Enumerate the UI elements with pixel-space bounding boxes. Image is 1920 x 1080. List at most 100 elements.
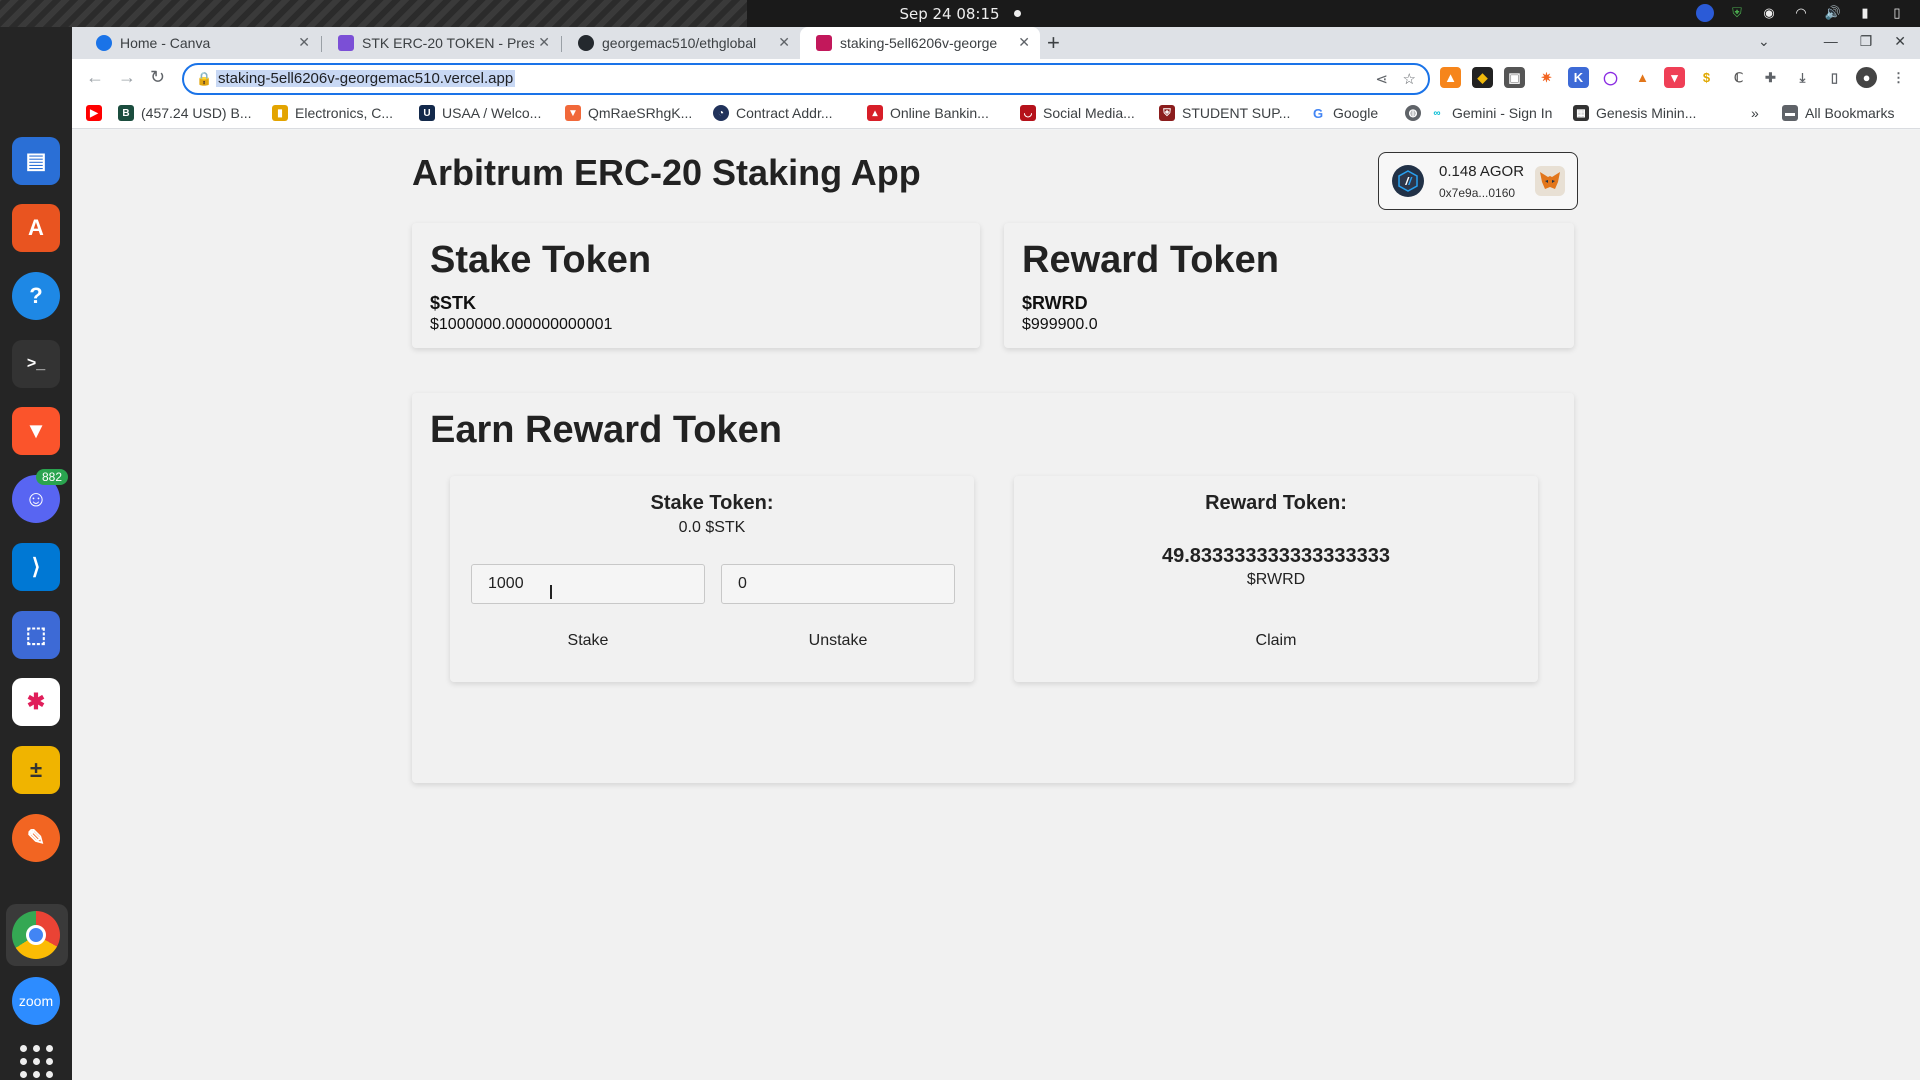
social-icon: ◡: [1020, 105, 1036, 121]
docs-app-icon[interactable]: ▤: [12, 137, 60, 185]
minimize-icon[interactable]: —: [1824, 33, 1838, 50]
share-icon[interactable]: ⋖: [1375, 70, 1388, 88]
all-bookmarks[interactable]: ▬ All Bookmarks: [1782, 105, 1894, 121]
slack-icon[interactable]: ✱: [12, 678, 60, 726]
slides-icon: [338, 35, 354, 51]
wallet-address: 0x7e9a...0160: [1439, 186, 1516, 200]
tab-presentation[interactable]: STK ERC-20 TOKEN - Prese ✕: [322, 27, 560, 59]
menu-icon[interactable]: ⋮: [1888, 67, 1909, 88]
claim-button[interactable]: Claim: [1159, 632, 1393, 650]
youtube-icon: ▶: [86, 105, 102, 121]
bookmark-7[interactable]: ◡ Social Media...: [1020, 105, 1135, 121]
bookmark-12[interactable]: ▦ Genesis Minin...: [1573, 105, 1696, 121]
bookmark-6[interactable]: ▴ Online Bankin...: [867, 105, 989, 121]
browser-window: Home - Canva ✕ STK ERC-20 TOKEN - Prese …: [72, 27, 1920, 1080]
side-panel-icon[interactable]: ▯: [1824, 67, 1845, 88]
bookmark-9[interactable]: G Google: [1310, 105, 1378, 121]
clock[interactable]: Sep 24 08:15: [0, 5, 1920, 23]
metamask-extension-icon[interactable]: ▲: [1440, 67, 1461, 88]
stake-button[interactable]: Stake: [471, 632, 705, 650]
download-icon[interactable]: ⤓: [1792, 67, 1813, 88]
vpn-icon[interactable]: [1696, 4, 1714, 22]
close-window-icon[interactable]: ✕: [1894, 33, 1906, 50]
zoom-icon[interactable]: zoom: [12, 977, 60, 1025]
bookmark-label: STUDENT SUP...: [1182, 105, 1291, 121]
battery-icon[interactable]: ▯: [1888, 4, 1906, 22]
terminal-icon[interactable]: >_: [12, 340, 60, 388]
maximize-icon[interactable]: ❐: [1860, 33, 1873, 50]
bookmark-1[interactable]: B (457.24 USD) B...: [118, 105, 252, 121]
more-bookmarks-icon[interactable]: »: [1751, 105, 1759, 121]
bookmark-label: Social Media...: [1043, 105, 1135, 121]
tab-title: georgemac510/ethglobal: [602, 35, 757, 51]
chrome-icon[interactable]: [12, 911, 60, 959]
canva-icon: [96, 35, 112, 51]
discord-icon[interactable]: ☺ 882: [12, 469, 68, 523]
ring-extension-icon[interactable]: ◯: [1600, 67, 1621, 88]
help-icon[interactable]: ?: [12, 272, 60, 320]
url-text[interactable]: staking-5ell6206v-georgemac510.vercel.ap…: [216, 70, 516, 87]
close-icon[interactable]: ✕: [538, 34, 550, 51]
unstake-button[interactable]: Unstake: [721, 632, 955, 650]
tab-title: STK ERC-20 TOKEN - Prese: [362, 35, 534, 51]
close-icon[interactable]: ✕: [1018, 34, 1030, 51]
vscode-icon[interactable]: ⟩: [12, 543, 60, 591]
reward-unit: $RWRD: [1246, 571, 1306, 588]
pencil-app-icon[interactable]: ✎: [12, 814, 60, 862]
bookmark-label: Online Bankin...: [890, 105, 989, 121]
notification-dot: [1013, 10, 1021, 17]
screenshot-icon[interactable]: ⬚: [12, 611, 60, 659]
pocket-extension-icon[interactable]: ▾: [1664, 67, 1685, 88]
k-extension-icon[interactable]: K: [1568, 67, 1589, 88]
lock-icon[interactable]: 🔒: [196, 71, 212, 87]
discord-tray-icon[interactable]: ◉: [1760, 4, 1778, 22]
bookmark-star-icon[interactable]: ☆: [1403, 70, 1416, 88]
wifi-icon[interactable]: ◠: [1792, 4, 1810, 22]
tab-search-icon[interactable]: ⌄: [1758, 33, 1770, 50]
usaa-icon: U: [419, 105, 435, 121]
tab-github[interactable]: georgemac510/ethglobal ✕: [562, 27, 800, 59]
wallet-button[interactable]: 0.148 AGOR 0x7e9a...0160: [1378, 152, 1578, 210]
tab-staking-app[interactable]: staking-5ell6206v-george ✕: [800, 27, 1040, 59]
spark-extension-icon[interactable]: ✷: [1536, 67, 1557, 88]
show-apps-icon[interactable]: [20, 1045, 53, 1078]
reload-icon[interactable]: ↻: [150, 67, 165, 88]
close-icon[interactable]: ✕: [778, 34, 790, 51]
bookmark-4[interactable]: ▼ QmRaeSRhgK...: [565, 105, 692, 121]
system-tray[interactable]: ⛨ ◉ ◠ 🔊 ▮ ▯: [1696, 4, 1906, 22]
close-icon[interactable]: ✕: [298, 34, 310, 51]
address-bar[interactable]: 🔒 staking-5ell6206v-georgemac510.vercel.…: [182, 63, 1430, 95]
volume-icon[interactable]: 🔊: [1824, 4, 1842, 22]
bookmark-11[interactable]: ∞ Gemini - Sign In: [1429, 105, 1552, 121]
window-controls: ⌄ — ❐ ✕: [1758, 33, 1906, 50]
calculator-icon[interactable]: ±: [12, 746, 60, 794]
grid-icon: ▦: [1573, 105, 1589, 121]
puzzle-extensions-icon[interactable]: ✚: [1760, 67, 1781, 88]
brave-icon[interactable]: ▼: [12, 407, 60, 455]
bookmark-8[interactable]: ⛨ STUDENT SUP...: [1159, 105, 1290, 121]
bookmark-2[interactable]: ▮ Electronics, C...: [272, 105, 393, 121]
cube-extension-icon[interactable]: ▣: [1504, 67, 1525, 88]
token-extension-icon[interactable]: $: [1696, 67, 1717, 88]
bookmark-3[interactable]: U USAA / Welco...: [419, 105, 541, 121]
code-extension-icon[interactable]: ℂ: [1728, 67, 1749, 88]
forward-icon[interactable]: →: [118, 67, 136, 88]
bookmark-globe[interactable]: ◍: [1405, 105, 1428, 121]
tab-canva[interactable]: Home - Canva ✕: [80, 27, 320, 59]
binance-extension-icon[interactable]: ◆: [1472, 67, 1493, 88]
stake-amount-input[interactable]: [471, 564, 705, 604]
back-icon[interactable]: ←: [86, 67, 104, 88]
arbitrum-icon: [1392, 165, 1424, 197]
unstake-amount-input[interactable]: [721, 564, 955, 604]
software-center-icon[interactable]: A: [12, 204, 60, 252]
bookmark-youtube[interactable]: ▶: [86, 105, 109, 121]
microphone-icon[interactable]: ▮: [1856, 4, 1874, 22]
all-bookmarks-label: All Bookmarks: [1805, 105, 1895, 121]
bookmark-5[interactable]: ◔ Contract Addr...: [713, 105, 833, 121]
application-dock: ▤ A ? >_ ▼ ☺ 882 ⟩ ⬚ ✱ ± ✎ zoom: [0, 27, 72, 1080]
fox-extension-icon[interactable]: ▲: [1632, 67, 1653, 88]
new-tab-button[interactable]: +: [1047, 30, 1060, 56]
profile-avatar[interactable]: ●: [1856, 67, 1877, 88]
shield-icon[interactable]: ⛨: [1728, 4, 1746, 22]
tab-strip: Home - Canva ✕ STK ERC-20 TOKEN - Prese …: [72, 27, 1920, 59]
